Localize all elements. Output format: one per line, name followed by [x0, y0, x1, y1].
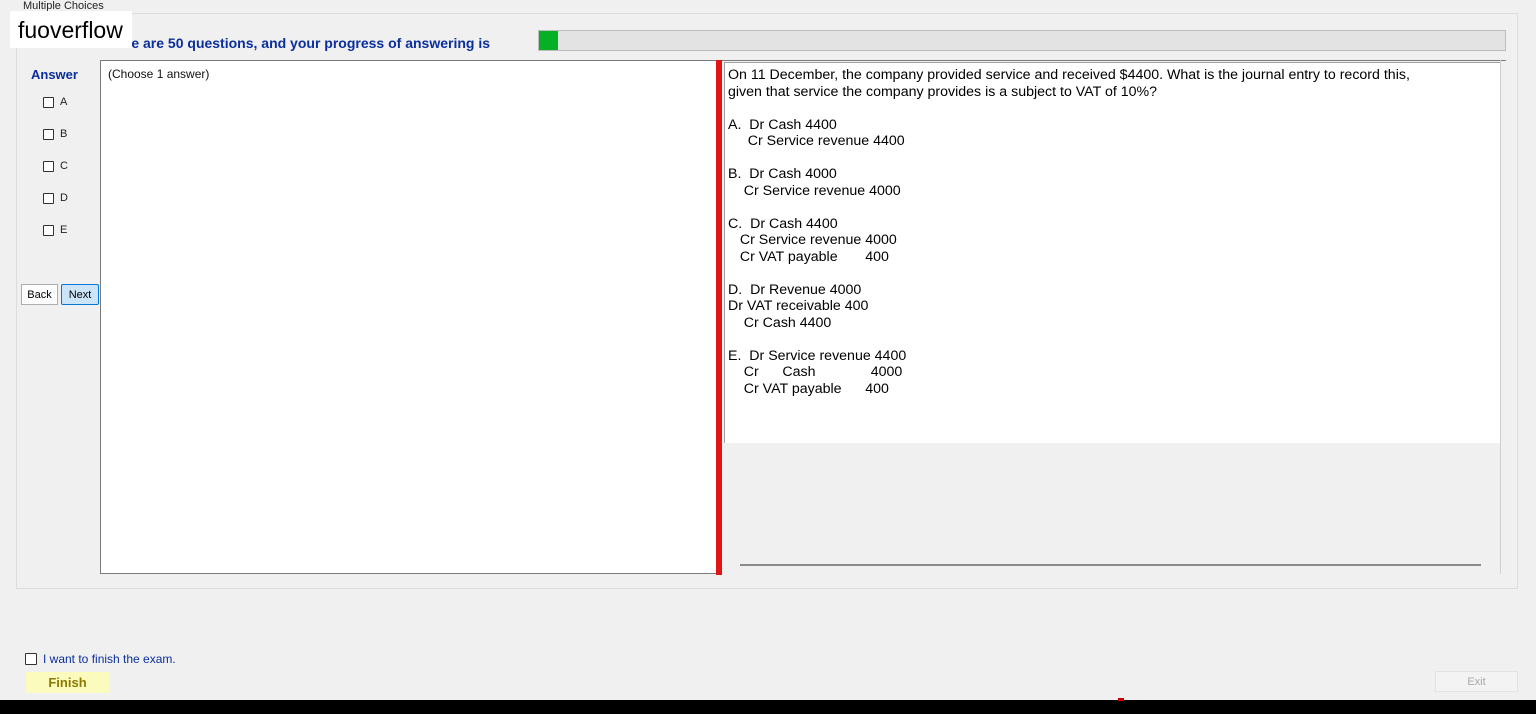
finish-exam-checkbox[interactable]	[25, 653, 37, 665]
taskbar-marker	[1118, 698, 1124, 701]
option-b[interactable]: B	[43, 126, 67, 142]
question-pane: On 11 December, the company provided ser…	[722, 60, 1506, 575]
option-a[interactable]: A	[43, 94, 67, 110]
option-e-label: E	[60, 224, 68, 236]
taskbar-strip	[0, 700, 1536, 714]
option-d-label: D	[60, 192, 68, 204]
finish-button[interactable]: Finish	[26, 672, 109, 693]
next-button[interactable]: Next	[61, 284, 99, 305]
option-c-label: C	[60, 160, 68, 172]
option-c[interactable]: C	[43, 158, 68, 174]
finish-exam-check[interactable]: I want to finish the exam.	[25, 652, 176, 666]
option-d-checkbox[interactable]	[43, 192, 54, 204]
option-c-checkbox[interactable]	[43, 160, 54, 172]
answer-label: Answer	[31, 67, 78, 82]
option-e-checkbox[interactable]	[43, 224, 54, 236]
progress-bar	[538, 30, 1506, 51]
answer-textbox[interactable]: (Choose 1 answer)	[100, 60, 717, 574]
question-text: On 11 December, the company provided ser…	[728, 67, 1410, 397]
option-a-checkbox[interactable]	[43, 96, 54, 108]
option-e[interactable]: E	[43, 222, 67, 238]
exit-button[interactable]: Exit	[1435, 671, 1518, 692]
answer-hint: (Choose 1 answer)	[108, 67, 210, 81]
option-d[interactable]: D	[43, 190, 68, 206]
question-content: On 11 December, the company provided ser…	[724, 62, 1501, 443]
back-button[interactable]: Back	[21, 284, 58, 305]
option-b-label: B	[60, 128, 68, 140]
watermark: fuoverflow	[10, 11, 132, 48]
horizontal-scrollbar[interactable]	[740, 564, 1481, 566]
pane-divider	[1500, 60, 1501, 574]
option-a-label: A	[60, 96, 68, 108]
progress-fill	[539, 31, 559, 50]
finish-exam-label: I want to finish the exam.	[43, 652, 176, 666]
progress-text: There are 50 questions, and your progres…	[101, 35, 490, 51]
option-b-checkbox[interactable]	[43, 128, 54, 140]
